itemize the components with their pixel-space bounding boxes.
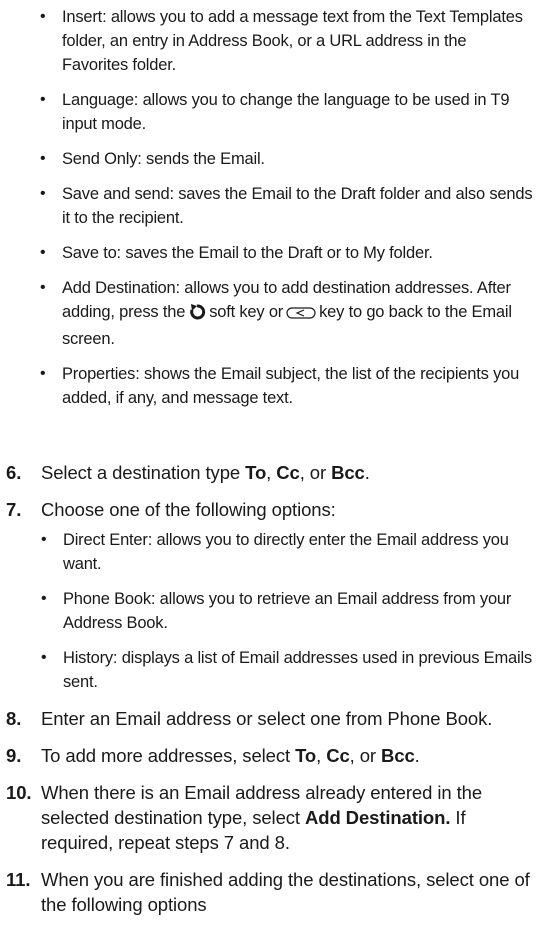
destination-options-list: • Direct Enter: allows you to directly en… (41, 528, 534, 694)
bullet-icon: • (41, 649, 47, 666)
step-10: 10. When there is an Email address alread… (6, 782, 483, 853)
step-number: 10. (6, 782, 32, 803)
step-11: 11. When you are finished adding the dest… (6, 869, 530, 915)
list-item: • History: displays a list of Email addre… (41, 646, 534, 694)
step-8: 8. Enter an Email address or select one f… (6, 708, 493, 729)
bullet-icon: • (40, 8, 46, 25)
bullet-icon: • (40, 279, 46, 296)
list-item-add-destination: • Add Destination: allows you to add dest… (40, 276, 535, 351)
step-number: 7. (6, 499, 22, 520)
steps-list: 6. Select a destination type To, Cc, or B… (6, 448, 534, 917)
step-7: 7. Choose one of the following options: •… (6, 497, 534, 694)
bullet-icon: • (40, 244, 46, 261)
list-item: • Properties: shows the Email subject, th… (40, 362, 535, 410)
bullet-icon: • (40, 185, 46, 202)
list-item: • Direct Enter: allows you to directly en… (41, 528, 534, 576)
message-options-list: • Insert: allows you to add a message tex… (40, 0, 535, 410)
step-6: 6. Select a destination type To, Cc, or B… (6, 462, 370, 483)
step-number: 6. (6, 462, 22, 483)
list-item: • Save to: saves the Email to the Draft o… (40, 241, 535, 265)
back-soft-key-icon (188, 302, 206, 327)
step-number: 9. (6, 745, 22, 766)
step-9: 9. To add more addresses, select To, Cc, … (6, 745, 420, 766)
list-item: • Send Only: sends the Email. (40, 147, 535, 171)
bullet-icon: • (41, 531, 47, 548)
list-item: • Insert: allows you to add a message tex… (40, 5, 535, 77)
step-number: 11. (6, 869, 31, 890)
bullet-icon: • (40, 365, 46, 382)
list-item: • Save and send: saves the Email to the D… (40, 182, 535, 230)
step-number: 8. (6, 708, 22, 729)
bullet-icon: • (40, 150, 46, 167)
c-key-icon (286, 303, 316, 327)
bullet-icon: • (41, 590, 47, 607)
bullet-icon: • (40, 91, 46, 108)
list-item: • Phone Book: allows you to retrieve an E… (41, 587, 534, 635)
list-item: • Language: allows you to change the lang… (40, 88, 535, 136)
